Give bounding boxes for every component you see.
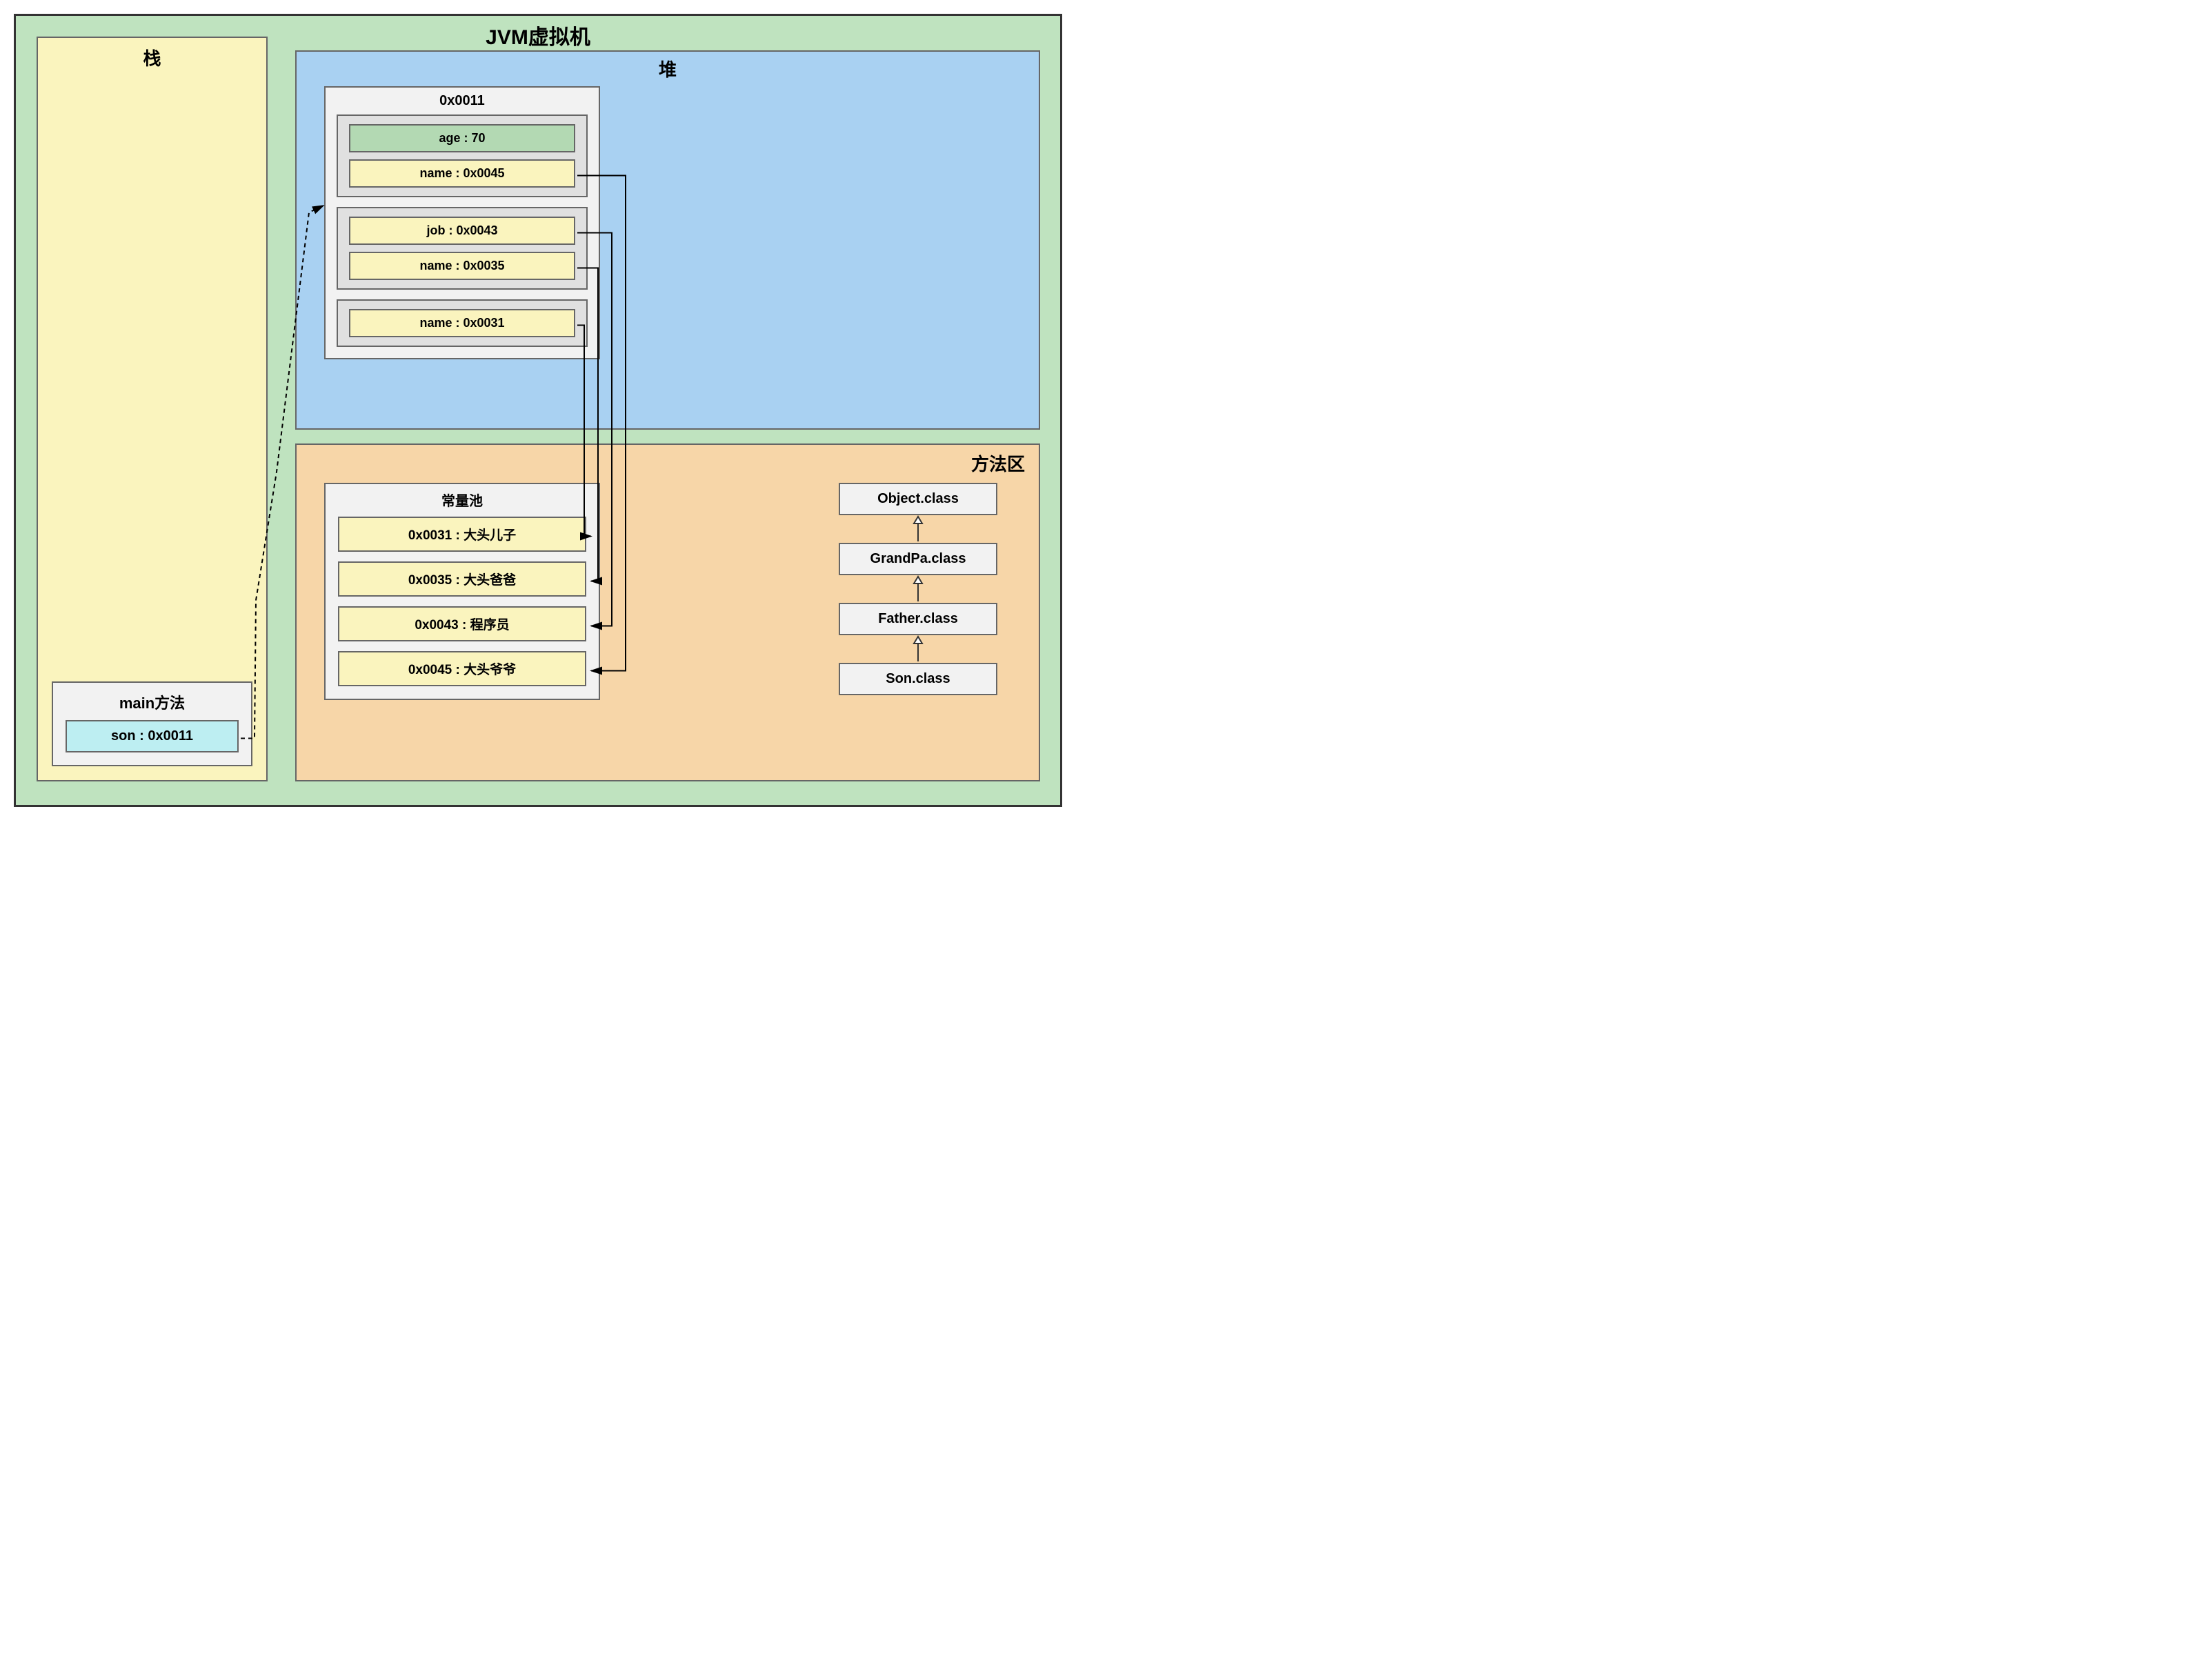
const-entry-0031: 0x0031 : 大头儿子	[338, 517, 586, 552]
heap-object-box: 0x0011 age : 70 name : 0x0045 job : 0x00…	[324, 86, 600, 359]
constant-pool-box: 常量池 0x0031 : 大头儿子 0x0035 : 大头爸爸 0x0043 :…	[324, 483, 600, 700]
field-name-grandpa: name : 0x0045	[349, 159, 575, 188]
const-entry-0045: 0x0045 : 大头爷爷	[338, 651, 586, 686]
inherit-arrow-icon	[911, 635, 925, 663]
object-group-grandpa: age : 70 name : 0x0045	[337, 114, 588, 197]
class-object: Object.class	[839, 483, 997, 515]
field-name-son: name : 0x0031	[349, 309, 575, 337]
stack-title: 栈	[38, 45, 266, 70]
inherit-arrow-icon	[911, 575, 925, 603]
field-job: job : 0x0043	[349, 217, 575, 245]
object-group-father: job : 0x0043 name : 0x0035	[337, 207, 588, 290]
jvm-container: JVM虚拟机 栈 main方法 son : 0x0011 堆 0x0011 ag…	[14, 14, 1062, 807]
jvm-title: JVM虚拟机	[486, 20, 590, 50]
son-variable: son : 0x0011	[66, 720, 239, 752]
method-area-title: 方法区	[971, 450, 1025, 476]
class-son: Son.class	[839, 663, 997, 695]
inherit-arrow-icon	[911, 515, 925, 543]
heap-title: 堆	[297, 56, 1039, 81]
const-entry-0043: 0x0043 : 程序员	[338, 606, 586, 641]
const-entry-0035: 0x0035 : 大头爸爸	[338, 561, 586, 597]
main-method-box: main方法 son : 0x0011	[52, 681, 252, 766]
method-area-panel: 方法区 常量池 0x0031 : 大头儿子 0x0035 : 大头爸爸 0x00…	[295, 443, 1040, 781]
constant-pool-title: 常量池	[338, 490, 586, 510]
heap-object-address: 0x0011	[337, 93, 588, 109]
main-method-title: main方法	[66, 691, 239, 713]
object-group-son: name : 0x0031	[337, 299, 588, 347]
stack-panel: 栈 main方法 son : 0x0011	[37, 37, 268, 781]
heap-panel: 堆 0x0011 age : 70 name : 0x0045 job : 0x…	[295, 50, 1040, 430]
class-father: Father.class	[839, 603, 997, 635]
field-name-father: name : 0x0035	[349, 252, 575, 280]
class-grandpa: GrandPa.class	[839, 543, 997, 575]
class-hierarchy: Object.class GrandPa.class Father.class …	[825, 483, 1011, 695]
field-age: age : 70	[349, 124, 575, 152]
